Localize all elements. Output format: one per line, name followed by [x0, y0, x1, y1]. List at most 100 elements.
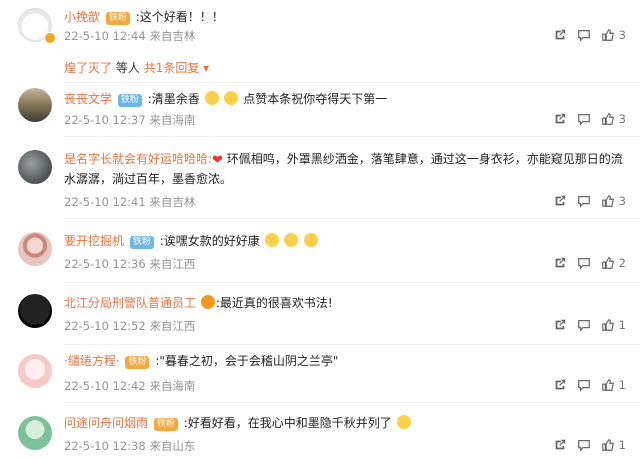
share-button[interactable] — [553, 28, 567, 42]
comment-icon — [577, 114, 590, 126]
comment-text: :清墨余香 — [147, 92, 200, 106]
avatar[interactable] — [18, 150, 52, 184]
reply-names[interactable]: 煌了灭了 — [64, 61, 112, 75]
comment-button[interactable] — [577, 256, 591, 270]
like-button[interactable]: 1 — [601, 378, 626, 392]
share-icon — [555, 319, 565, 330]
username[interactable]: 丧丧文学 — [64, 92, 112, 106]
thumbs-up-icon — [601, 319, 614, 331]
thumbs-up-icon — [601, 439, 614, 451]
like-count: 3 — [618, 28, 626, 42]
thumbs-up-icon — [601, 379, 614, 391]
username[interactable]: ·缱绻方程· — [64, 354, 120, 368]
comment-text: :这个好看！！！ — [135, 10, 224, 24]
flower-emoji-icon — [396, 415, 411, 429]
comment-time: 22-5-10 12:42 — [64, 379, 146, 393]
like-count: 1 — [618, 378, 626, 392]
like-button[interactable]: 3 — [601, 112, 626, 126]
share-button[interactable] — [553, 378, 567, 392]
comment-location: 来自吉林 — [149, 29, 196, 43]
username[interactable]: 是名字长就会有好运哈哈哈: — [64, 152, 212, 166]
share-icon — [555, 439, 565, 450]
thumbs-up-icon — [601, 29, 614, 41]
share-icon — [555, 257, 565, 268]
heart-icon: ❤ — [212, 153, 223, 168]
smile-emoji-icon — [304, 233, 319, 247]
comment-time: 22-5-10 12:36 — [64, 257, 146, 271]
comment-location: 来自海南 — [149, 379, 196, 393]
comment-button[interactable] — [577, 378, 591, 392]
share-button[interactable] — [553, 112, 567, 126]
thumbs-up-icon — [601, 113, 614, 125]
username[interactable]: 要开挖掘机 — [64, 234, 124, 248]
comment-button[interactable] — [577, 112, 591, 126]
fan-medal-badge: 铁粉 — [117, 94, 142, 107]
share-icon — [555, 29, 565, 40]
comment-text: :好看好看，在我心中和墨隐千秋并列了 — [183, 416, 392, 430]
username[interactable]: 北江分局刑警队普通员工 — [64, 296, 196, 310]
thumbs-up-icon — [601, 195, 614, 207]
comment-icon — [577, 440, 590, 452]
share-button[interactable] — [553, 194, 567, 208]
share-icon — [555, 379, 565, 390]
divider — [64, 282, 640, 283]
like-button[interactable]: 3 — [601, 194, 626, 208]
reply-more-link[interactable]: 共1条回复 — [144, 61, 200, 75]
divider — [64, 218, 640, 219]
share-icon — [555, 195, 565, 206]
like-count: 1 — [618, 318, 626, 332]
username[interactable]: 问途问舟问烟雨 — [64, 416, 148, 430]
reply-summary[interactable]: 煌了灭了 等人 共1条回复 ▾ — [64, 59, 209, 76]
username[interactable]: 小挽歆 — [64, 10, 100, 24]
avatar[interactable] — [18, 88, 52, 122]
comment-time: 22-5-10 12:44 — [64, 29, 146, 43]
comment-time: 22-5-10 12:52 — [64, 319, 146, 333]
avatar[interactable] — [18, 294, 52, 328]
fan-medal-badge: 铁粉 — [105, 12, 130, 25]
comment-location: 来自江西 — [149, 257, 196, 271]
chevron-down-icon: ▾ — [203, 61, 210, 75]
comment-time: 22-5-10 12:41 — [64, 195, 146, 209]
medal-emoji-icon — [200, 295, 215, 309]
verified-badge-icon — [44, 32, 56, 44]
comment-icon — [577, 380, 590, 392]
like-button[interactable]: 2 — [601, 256, 626, 270]
doge-emoji-icon — [204, 91, 219, 105]
comment-location: 来自吉林 — [149, 195, 196, 209]
avatar[interactable] — [18, 354, 52, 388]
comment-button[interactable] — [577, 318, 591, 332]
share-button[interactable] — [553, 256, 567, 270]
fan-medal-badge: 铁粉 — [125, 356, 150, 369]
like-count: 3 — [618, 112, 626, 126]
comment-icon — [577, 196, 590, 208]
smile-emoji-icon — [284, 233, 299, 247]
comment-text: :诶嘿女款的好好康 — [159, 234, 260, 248]
smile-emoji-icon — [264, 233, 279, 247]
avatar[interactable] — [18, 232, 52, 266]
reply-middle: 等人 — [115, 61, 140, 75]
divider — [64, 402, 640, 403]
share-button[interactable] — [553, 438, 567, 452]
divider — [64, 82, 640, 83]
comment-text-tail: 点赞本条祝你夺得天下第一 — [243, 92, 388, 106]
thumbs-up-icon — [601, 257, 614, 269]
divider — [64, 344, 640, 345]
like-button[interactable]: 1 — [601, 318, 626, 332]
like-button[interactable]: 3 — [601, 28, 626, 42]
comment-location: 来自山东 — [149, 439, 196, 453]
comment-icon — [577, 258, 590, 270]
share-button[interactable] — [553, 318, 567, 332]
comment-icon — [577, 30, 590, 42]
comment-location: 来自江西 — [149, 319, 196, 333]
like-count: 3 — [618, 194, 626, 208]
comment-text: :"暮春之初，会于会稽山阴之兰亭" — [155, 354, 339, 368]
comment-button[interactable] — [577, 28, 591, 42]
avatar[interactable] — [18, 416, 52, 450]
comment-time: 22-5-10 12:38 — [64, 439, 146, 453]
fan-medal-badge: 铁粉 — [129, 236, 154, 249]
comment-button[interactable] — [577, 438, 591, 452]
divider — [64, 136, 640, 137]
comment-location: 来自海南 — [149, 113, 196, 127]
comment-button[interactable] — [577, 194, 591, 208]
like-button[interactable]: 1 — [601, 438, 626, 452]
